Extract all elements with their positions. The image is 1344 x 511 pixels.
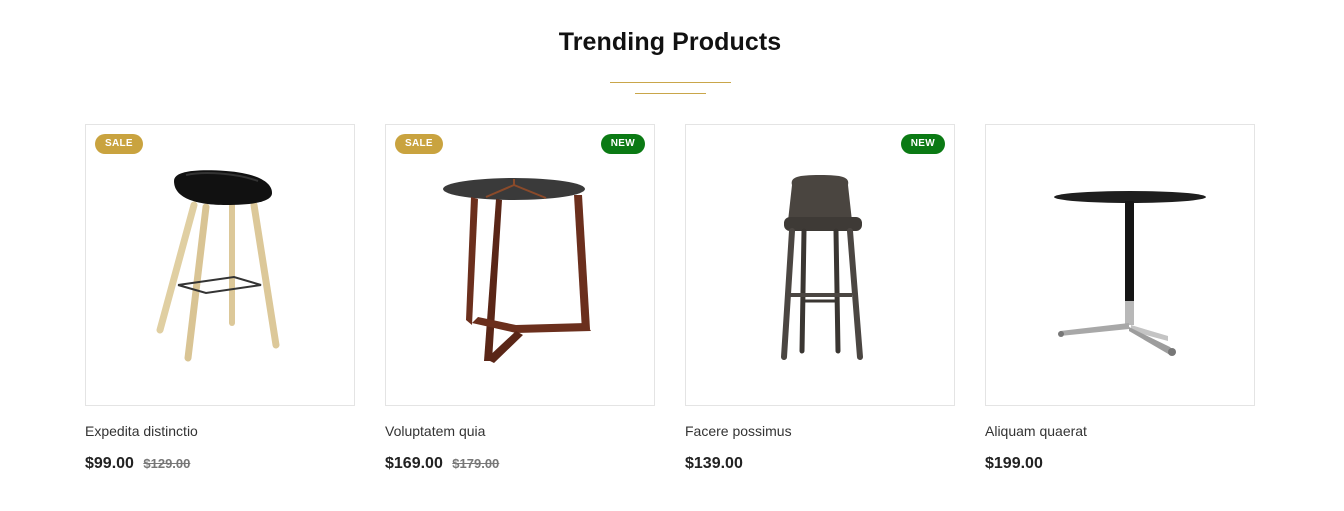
- product-price: $199.00: [985, 455, 1043, 472]
- title-divider-long: [610, 82, 731, 83]
- new-badge: NEW: [900, 134, 945, 154]
- product-image-frame[interactable]: NEW: [685, 124, 955, 406]
- product-name[interactable]: Voluptatem quia: [385, 422, 655, 440]
- product-name[interactable]: Expedita distinctio: [85, 422, 355, 440]
- counter-stool-image: [781, 175, 863, 360]
- side-table-image: [443, 178, 591, 363]
- product-price: $139.00: [685, 455, 743, 472]
- product-old-price: $179.00: [452, 456, 500, 471]
- product-prices: $99.00 $129.00: [85, 453, 355, 475]
- product-card[interactable]: NEW Facere possimus $139.00: [685, 124, 955, 475]
- product-prices: $139.00: [685, 453, 955, 475]
- section-title: Trending Products: [558, 28, 782, 56]
- product-old-price: $129.00: [143, 456, 191, 471]
- product-price: $99.00: [85, 455, 134, 472]
- bar-stool-image: [156, 170, 280, 362]
- product-card[interactable]: Aliquam quaerat $199.00: [985, 124, 1255, 475]
- product-image-frame[interactable]: SALE: [85, 124, 355, 406]
- product-image-frame[interactable]: [985, 124, 1255, 406]
- sale-badge: SALE: [95, 134, 143, 154]
- product-card[interactable]: SALE NEW Voluptatem quia $169.00 $179.00: [385, 124, 655, 475]
- product-name[interactable]: Facere possimus: [685, 422, 955, 440]
- sale-badge: SALE: [395, 134, 443, 154]
- title-divider-short: [635, 93, 706, 94]
- product-prices: $199.00: [985, 453, 1255, 475]
- product-grid: SALE Expedita distinctio $99.00 $129.00 …: [85, 124, 1255, 475]
- product-name[interactable]: Aliquam quaerat: [985, 422, 1255, 440]
- new-badge: NEW: [600, 134, 645, 154]
- product-card[interactable]: SALE Expedita distinctio $99.00 $129.00: [85, 124, 355, 475]
- product-image-frame[interactable]: SALE NEW: [385, 124, 655, 406]
- product-price: $169.00: [385, 455, 443, 472]
- bistro-table-image: [1054, 191, 1206, 356]
- product-prices: $169.00 $179.00: [385, 453, 655, 475]
